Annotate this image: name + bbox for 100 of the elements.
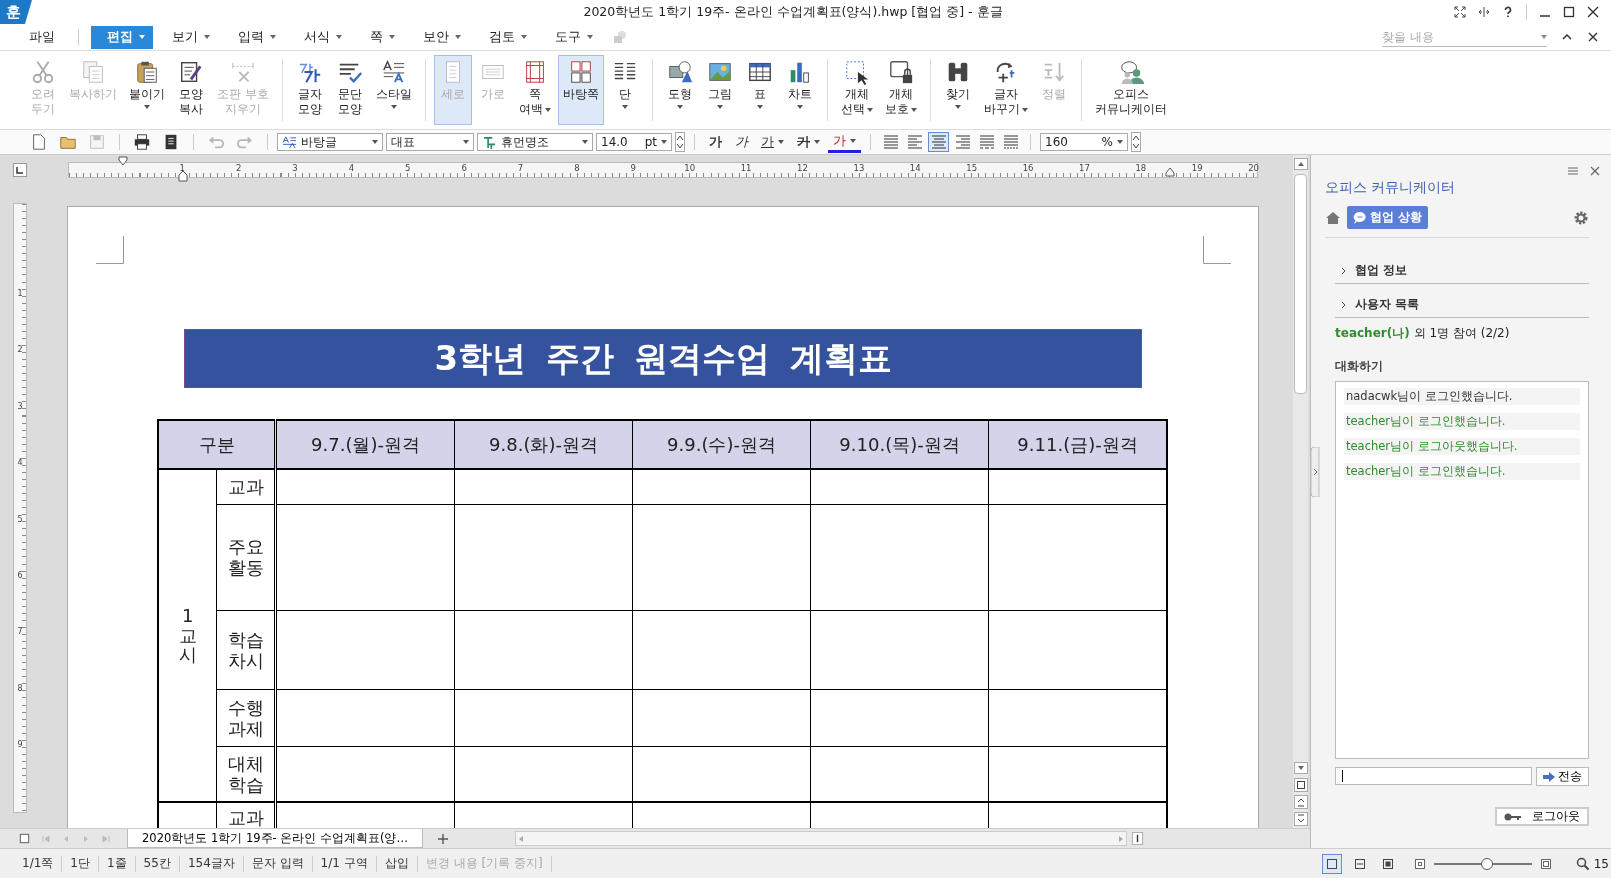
close-icon[interactable] (1587, 31, 1599, 43)
menu-item[interactable]: 보기 (163, 25, 219, 49)
split-icon[interactable] (1478, 6, 1490, 18)
right-align-icon (953, 133, 972, 151)
caret-icon (796, 105, 803, 109)
zoom-field[interactable]: 160 % (1040, 133, 1128, 151)
binoculars-button[interactable]: 찾기 (938, 55, 977, 125)
split-handle-icon[interactable] (1131, 832, 1144, 845)
close-icon[interactable] (1587, 6, 1599, 18)
section-header[interactable]: 사용자 목록 (1335, 292, 1589, 318)
caret-icon (336, 35, 342, 39)
character-format-button[interactable]: 가 (704, 132, 727, 152)
participant-count: 외 1명 참여 (2/2) (1413, 325, 1510, 342)
style-button[interactable]: 스타일 (370, 55, 417, 125)
replace-button[interactable]: 글자 바꾸기 (978, 55, 1033, 125)
next-page-icon[interactable] (1293, 812, 1308, 826)
object-select-button[interactable]: 개체 선택 (835, 55, 878, 125)
chat-label: 대화하기 (1335, 358, 1384, 375)
scroll-down-icon[interactable] (1293, 761, 1308, 775)
caret-icon (144, 105, 150, 109)
full-view-icon (1381, 857, 1394, 870)
document-tab[interactable]: 2020학년도 1학기 19주- 온라인 수업계획표(양… (127, 829, 423, 848)
font-size-field[interactable]: 14.0 pt (596, 133, 672, 151)
page-view-button[interactable] (1321, 853, 1342, 874)
menu-item[interactable]: 도구 (546, 25, 602, 49)
caret-icon (455, 35, 461, 39)
menu-item[interactable]: 보안 (414, 25, 470, 49)
page-margin-button[interactable]: 쪽 여백 (513, 55, 556, 125)
center-align-button[interactable] (928, 132, 949, 152)
picture-button[interactable]: 그림 (700, 55, 739, 125)
fullscreen-icon[interactable] (1454, 6, 1466, 18)
character-format-button[interactable]: 가 (792, 132, 825, 152)
character-format-button[interactable]: 가 (730, 132, 753, 152)
paragraph-shape-button[interactable]: 문단 모양 (330, 55, 369, 125)
home-icon[interactable] (1325, 209, 1341, 226)
chat-input[interactable] (1335, 767, 1532, 785)
magnifier-icon[interactable] (1575, 856, 1590, 871)
shapes-button[interactable]: 도형 (660, 55, 699, 125)
page-view-icon[interactable] (1293, 778, 1308, 792)
status-item: 154글자 (186, 855, 236, 872)
period-label: 1교시 (178, 605, 197, 666)
menu-item[interactable]: 검토 (480, 25, 536, 49)
lock-button[interactable]: 개체 보호 (879, 55, 922, 125)
table-button[interactable]: 표 (740, 55, 779, 125)
menu-item[interactable]: 입력 (229, 25, 285, 49)
justify-align-icon (881, 133, 900, 151)
previous-page-icon[interactable] (1293, 795, 1308, 809)
columns-button[interactable]: 단 (605, 55, 644, 125)
tab-stop-icon[interactable] (13, 163, 27, 177)
scroll-up-icon[interactable] (1293, 157, 1308, 171)
font-dropdown[interactable]: 휴먼명조 (477, 133, 593, 151)
caret-icon (954, 105, 961, 109)
spinner-icon[interactable] (675, 132, 685, 152)
add-tab-icon[interactable] (437, 832, 449, 845)
character-format-button[interactable]: 가 (756, 132, 789, 152)
page-icon[interactable] (18, 832, 31, 845)
language-dropdown[interactable]: 대표 (386, 133, 474, 151)
zoom-in-icon[interactable] (1539, 857, 1552, 870)
send-button[interactable]: 전송 (1536, 767, 1589, 786)
collaboration-status-button[interactable]: 협업 상황 (1347, 206, 1429, 229)
caret-icon (389, 35, 395, 39)
settings-icon[interactable] (1573, 209, 1589, 226)
help-icon[interactable] (1502, 6, 1514, 18)
scissors-icon (30, 59, 56, 85)
maximize-icon[interactable] (1563, 6, 1575, 18)
caret-icon (850, 139, 856, 143)
format-painter-button[interactable]: 모양 복사 (172, 55, 210, 125)
slider-thumb[interactable] (1480, 857, 1493, 870)
find-field[interactable]: 찾을 내용 (1382, 29, 1522, 44)
chat-message: teacher님이 로그아웃했습니다. (1344, 438, 1580, 455)
title-banner: 3학년 주간 원격수업 계획표 (184, 329, 1142, 388)
menu-item[interactable]: 편집 (91, 25, 153, 49)
horizontal-ruler[interactable]: 1 2 3 4 5 6 7 8 9 10 11 12 13 14 15 16 17 18 19 20 (68, 162, 1258, 178)
clipboard-button[interactable]: 붙이기 (124, 55, 170, 125)
zoom-out-icon[interactable] (1413, 857, 1426, 870)
speech-bubble-icon (1353, 210, 1367, 225)
master-page-button[interactable]: 바탕쪽 (557, 55, 604, 125)
menu-item[interactable]: 파일 (20, 25, 64, 49)
divide-align-icon (1001, 133, 1020, 151)
column-header: 9.9.(수)-원격 (632, 420, 811, 469)
width-view-icon (1353, 857, 1366, 870)
spinner-icon[interactable] (1131, 132, 1141, 152)
menu-item[interactable]: 서식 (295, 25, 351, 49)
scrollbar-thumb[interactable] (1294, 174, 1307, 394)
object-select-icon (843, 59, 870, 85)
logout-button[interactable]: 로그아웃 (1495, 807, 1589, 826)
style-dropdown[interactable]: 바탕글 (277, 133, 383, 151)
indent-marker-icon[interactable] (1165, 167, 1175, 177)
chat-message: teacher님이 로그인했습니다. (1344, 463, 1580, 480)
section-header[interactable]: 협업 정보 (1335, 258, 1589, 284)
crop-mark (96, 236, 124, 264)
clipboard-icon (134, 59, 160, 85)
indent-marker-icon[interactable] (178, 170, 188, 182)
communicator-button[interactable]: 오피스 커뮤니케이터 (1089, 55, 1172, 125)
status-item: 1줄 (105, 855, 128, 872)
menu-item[interactable]: 쪽 (361, 25, 404, 49)
collapse-handle-icon[interactable] (1310, 446, 1320, 497)
character-shape-button[interactable]: 글자 모양 (290, 55, 329, 125)
bar-chart-button[interactable]: 차트 (780, 55, 819, 125)
vertical-ruler[interactable]: 1 2 3 4 5 6 7 8 9 (13, 203, 27, 813)
